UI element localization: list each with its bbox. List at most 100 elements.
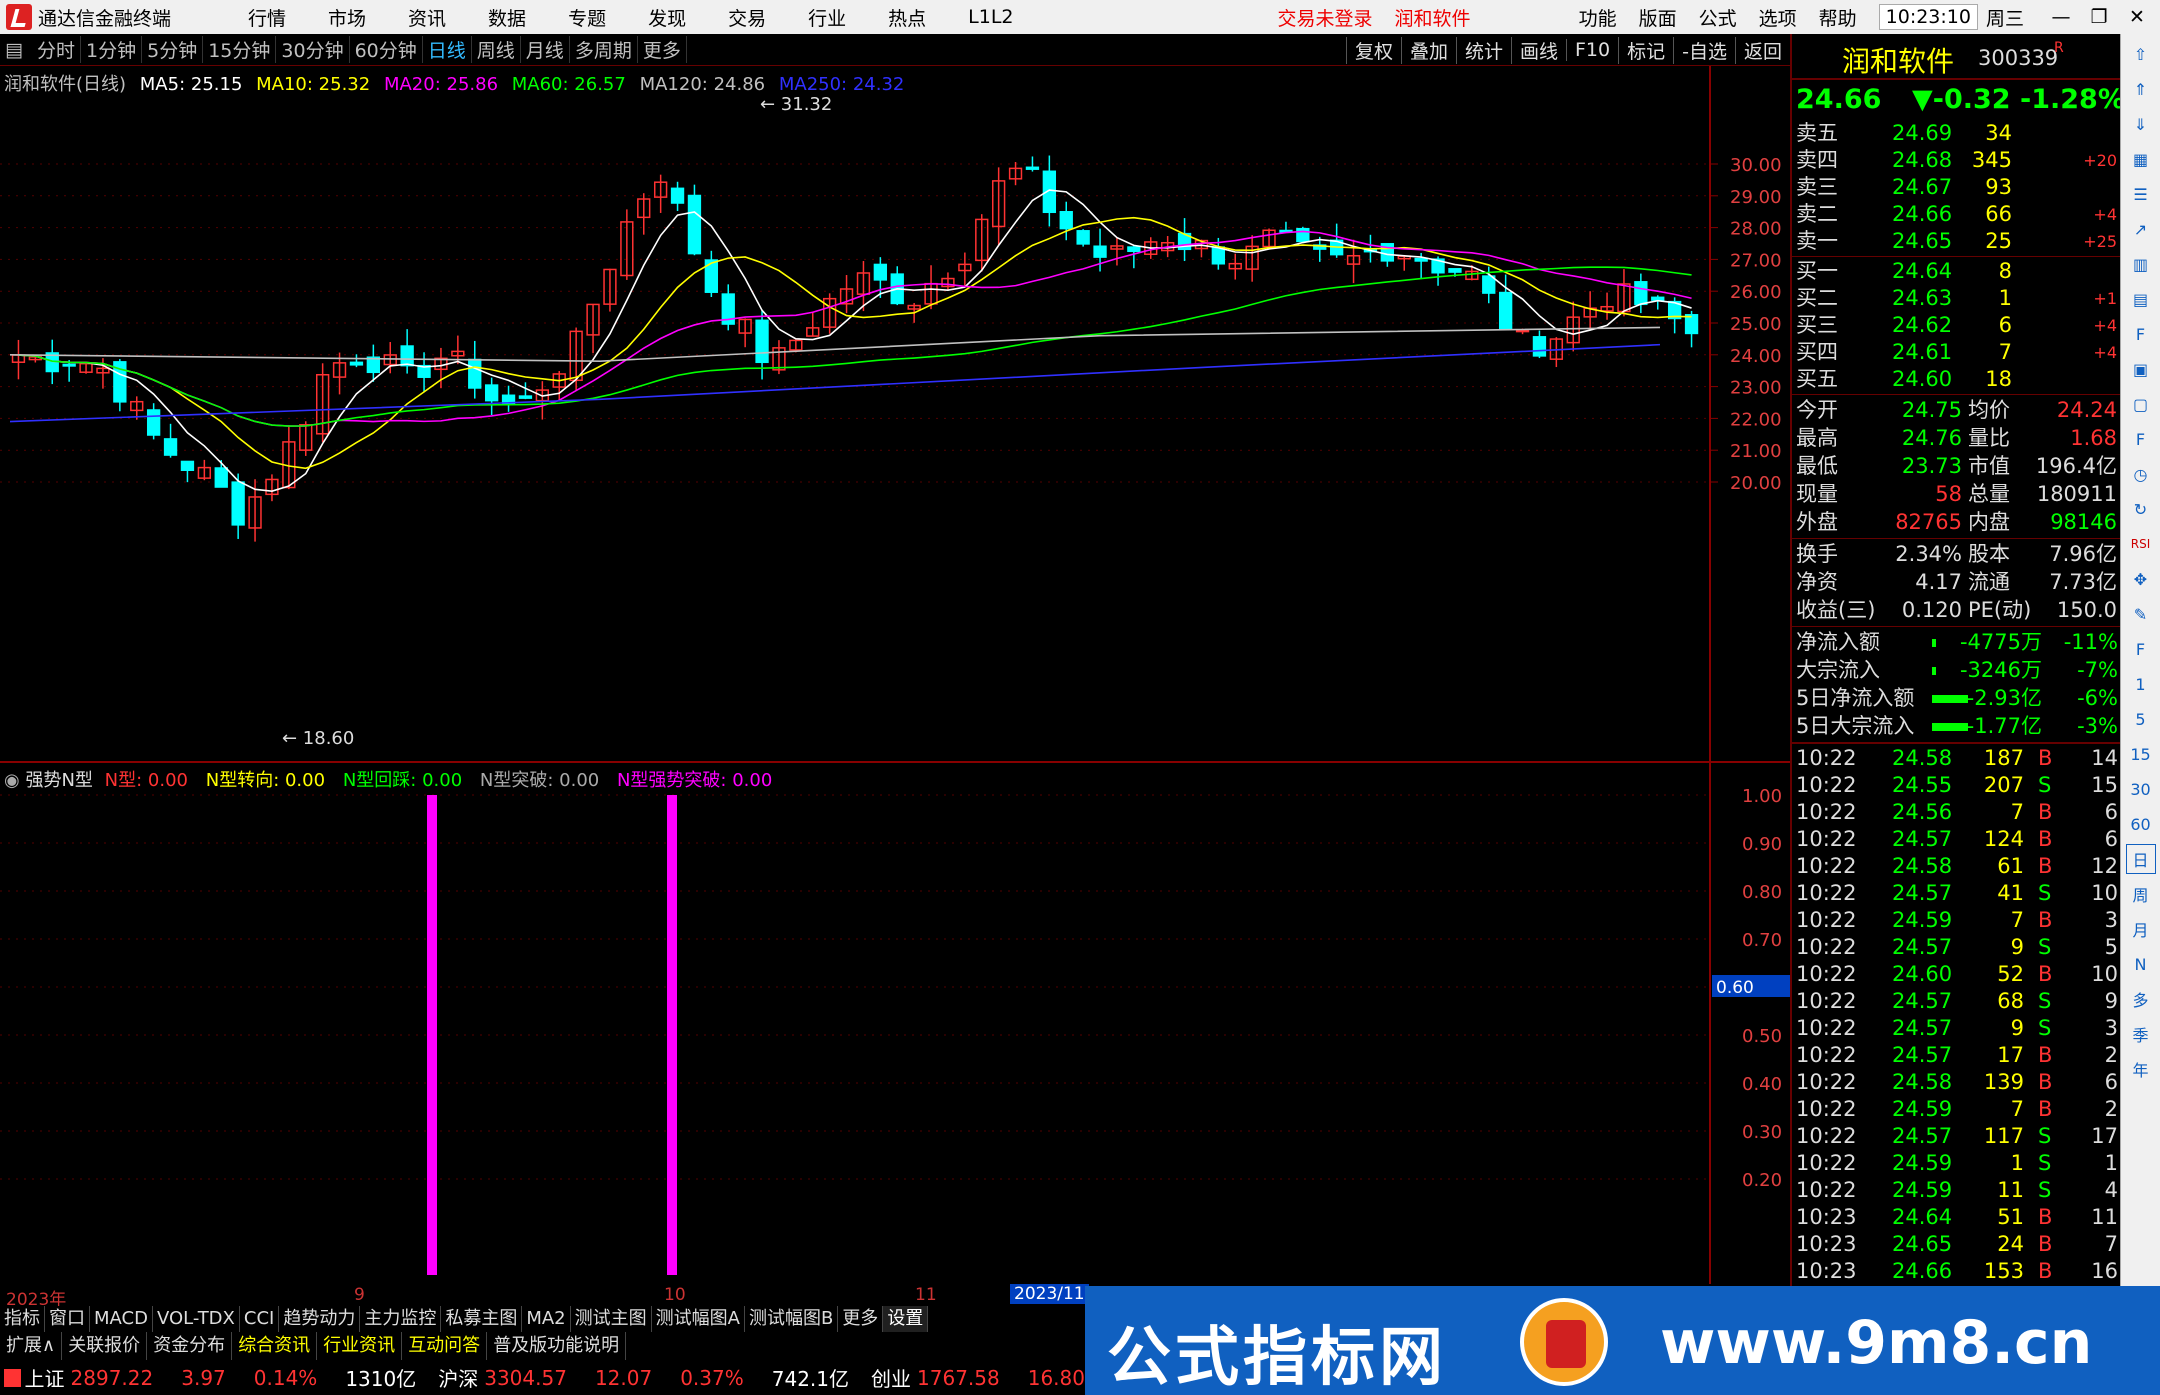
tool-watchlist[interactable]: -自选 [1673, 36, 1735, 64]
trend-icon[interactable]: ↗ [2126, 214, 2156, 244]
move-icon[interactable]: ✥ [2126, 564, 2156, 594]
chart-icon[interactable]: ▦ [2126, 144, 2156, 174]
period-n[interactable]: N [2126, 949, 2156, 979]
trade-status-link[interactable]: 交易未登录 [1278, 4, 1373, 31]
restore-icon[interactable]: ❐ [2084, 6, 2114, 28]
grid-icon[interactable]: ▤ [2126, 284, 2156, 314]
tab-more[interactable]: 更多 [838, 1306, 884, 1332]
tab-main-monitor[interactable]: 主力监控 [360, 1306, 442, 1332]
period-quarter[interactable]: 季 [2126, 1019, 2156, 1049]
menu-function[interactable]: 功能 [1579, 4, 1617, 31]
index-name[interactable]: 沪深 [438, 1363, 478, 1392]
tab-industry-news[interactable]: 行业资讯 [317, 1332, 403, 1360]
thirty-min-icon[interactable]: 30 [2126, 774, 2156, 804]
index-name[interactable]: 上证 [25, 1363, 65, 1392]
candle-body [1482, 275, 1496, 294]
menu-options[interactable]: 选项 [1759, 4, 1797, 31]
tab-funds[interactable]: 资金分布 [147, 1332, 233, 1360]
tool-f10[interactable]: F10 [1566, 39, 1618, 61]
minimize-icon[interactable]: — [2046, 6, 2076, 28]
period-tab-more[interactable]: 更多 [638, 36, 687, 63]
up-icon[interactable]: ⇑ [2126, 74, 2156, 104]
period-week[interactable]: 周 [2126, 879, 2156, 909]
period-day[interactable]: 日 [2125, 844, 2156, 874]
menu-help[interactable]: 帮助 [1819, 4, 1857, 31]
menu-item[interactable]: 发现 [648, 4, 686, 31]
menu-item[interactable]: 专题 [568, 4, 606, 31]
tab-settings[interactable]: 设置 [883, 1306, 929, 1332]
period-tab[interactable]: 周线 [472, 36, 521, 63]
five-min-icon[interactable]: 5 [2126, 704, 2156, 734]
menu-layout[interactable]: 版面 [1639, 4, 1677, 31]
index-name[interactable]: 创业 [871, 1363, 911, 1392]
tool-overlay[interactable]: 叠加 [1400, 36, 1456, 64]
one-min-icon[interactable]: 1 [2126, 669, 2156, 699]
f2-icon[interactable]: F [2126, 424, 2156, 454]
rsi-icon[interactable]: RSI [2126, 529, 2156, 559]
period-tab[interactable]: 1分钟 [81, 36, 143, 63]
stock-name-link[interactable]: 润和软件 [1395, 4, 1471, 31]
tab-indicator[interactable]: 指标 [0, 1306, 45, 1332]
menu-item[interactable]: 行情 [248, 4, 286, 31]
up-arrow-icon[interactable]: ⇧ [2126, 39, 2156, 69]
menu-item[interactable]: 数据 [488, 4, 526, 31]
tab-vol[interactable]: VOL-TDX [153, 1306, 240, 1332]
table-icon[interactable]: ▣ [2126, 354, 2156, 384]
menu-item[interactable]: 资讯 [408, 4, 446, 31]
kline-chart[interactable]: 30.00 29.00 28.00 27.00 26.00 25.00 24.00 23.00… [0, 66, 1790, 763]
tab-test-a[interactable]: 测试幅图A [652, 1306, 745, 1332]
tool-draw[interactable]: 画线 [1510, 36, 1566, 64]
period-month[interactable]: 月 [2126, 914, 2156, 944]
menu-item[interactable]: 行业 [808, 4, 846, 31]
period-year[interactable]: 年 [2126, 1054, 2156, 1084]
history-icon[interactable]: ↻ [2126, 494, 2156, 524]
tool-restore-rights[interactable]: 复权 [1345, 36, 1401, 64]
period-multi[interactable]: 多 [2126, 984, 2156, 1014]
tab-qa[interactable]: 互动问答 [402, 1332, 488, 1360]
tab-help[interactable]: 普及版功能说明 [487, 1332, 627, 1360]
list-icon[interactable]: ☰ [2126, 179, 2156, 209]
period-tab[interactable]: 多周期 [570, 36, 638, 63]
tab-news[interactable]: 综合资讯 [232, 1332, 318, 1360]
tab-cci[interactable]: CCI [240, 1306, 280, 1332]
period-tab[interactable]: 30分钟 [276, 36, 350, 63]
period-tab-daily[interactable]: 日线 [423, 36, 472, 63]
menu-item[interactable]: 交易 [728, 4, 766, 31]
tab-macd[interactable]: MACD [90, 1306, 153, 1332]
tool-mark[interactable]: 标记 [1618, 36, 1673, 64]
tab-ma2[interactable]: MA2 [522, 1306, 571, 1332]
indicator-chart[interactable]: 1.000.900.800.700.600.500.400.300.200.60 [0, 763, 1790, 1290]
tab-test-main[interactable]: 测试主图 [571, 1306, 652, 1332]
close-icon[interactable]: ✕ [2122, 6, 2152, 28]
doc-icon[interactable]: ▢ [2126, 389, 2156, 419]
tab-private[interactable]: 私募主图 [441, 1306, 523, 1332]
down-icon[interactable]: ⇓ [2126, 109, 2156, 139]
clock-icon[interactable]: ◷ [2126, 459, 2156, 489]
bar-icon[interactable]: ▥ [2126, 249, 2156, 279]
tab-expand[interactable]: 扩展∧ [0, 1332, 63, 1360]
menu-formula[interactable]: 公式 [1699, 4, 1737, 31]
tab-related[interactable]: 关联报价 [62, 1332, 148, 1360]
tab-window[interactable]: 窗口 [45, 1306, 90, 1332]
period-tab[interactable]: 15分钟 [203, 36, 277, 63]
f10-icon[interactable]: F [2126, 319, 2156, 349]
tool-back[interactable]: 返回 [1734, 36, 1790, 64]
period-tab[interactable]: 分时 [32, 36, 82, 63]
tool-stats[interactable]: 统计 [1455, 36, 1511, 64]
fs-icon[interactable]: F [2126, 634, 2156, 664]
indicator-toggle-icon[interactable]: ◉ [4, 770, 20, 791]
menu-item[interactable]: 热点 [888, 4, 926, 31]
pen-icon[interactable]: ✎ [2126, 599, 2156, 629]
period-tab[interactable]: 60分钟 [350, 36, 423, 63]
period-tab[interactable]: 5分钟 [142, 36, 204, 63]
tab-test-b[interactable]: 测试幅图B [745, 1306, 839, 1332]
period-tab[interactable]: 月线 [521, 36, 570, 63]
menu-toggle-icon[interactable]: ▤ [0, 39, 32, 61]
fifteen-min-icon[interactable]: 15 [2126, 739, 2156, 769]
menu-item[interactable]: 市场 [328, 4, 366, 31]
menu-item[interactable]: L1L2 [968, 6, 1013, 28]
stat-value: 24.76 [1901, 426, 1962, 450]
sixty-min-icon[interactable]: 60 [2126, 809, 2156, 839]
tick-volume: 153 [1983, 1259, 2024, 1283]
tab-trend[interactable]: 趋势动力 [279, 1306, 361, 1332]
